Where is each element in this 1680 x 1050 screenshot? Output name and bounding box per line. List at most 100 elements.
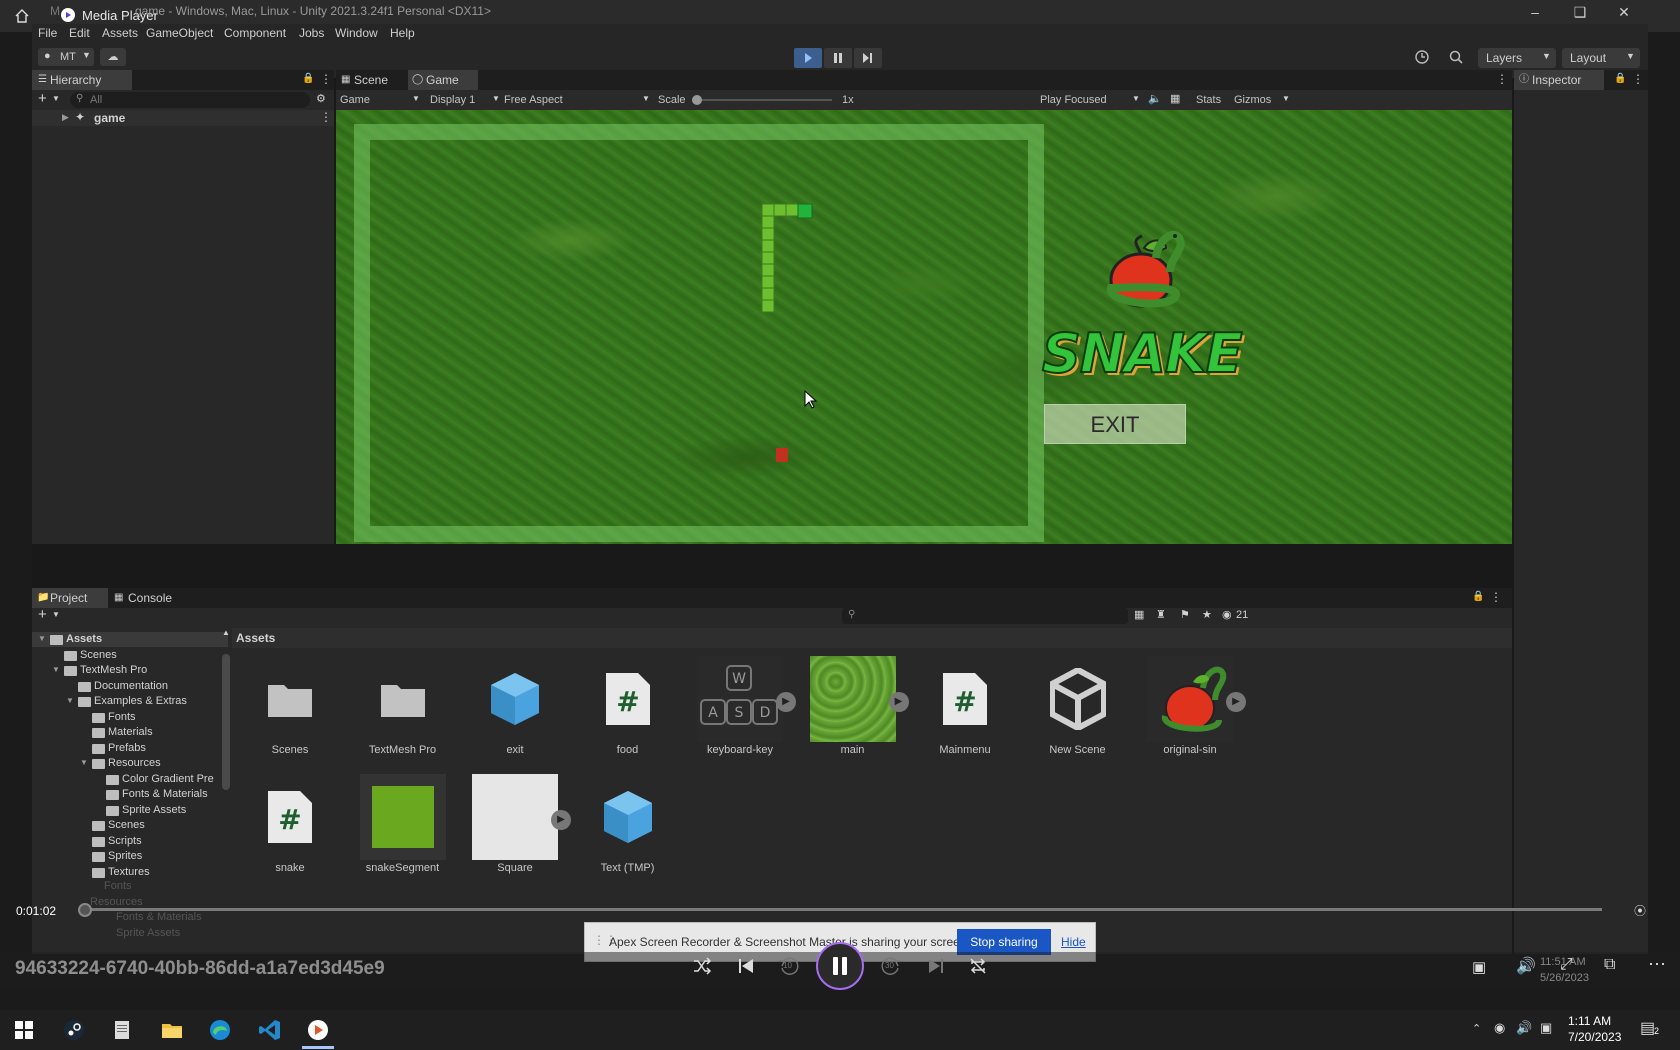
- minimize-button[interactable]: –: [1515, 2, 1555, 24]
- tab-scene[interactable]: ▦ Scene: [336, 70, 406, 90]
- shuffle-icon[interactable]: [692, 956, 712, 976]
- expand-arrow-icon[interactable]: ▼: [38, 634, 46, 643]
- folder-tree-item[interactable]: ▼ Assets: [32, 632, 228, 647]
- tab-project[interactable]: 📁 Project: [32, 588, 108, 608]
- hide-link[interactable]: Hide: [1061, 935, 1086, 949]
- tab-hierarchy[interactable]: ☰ Hierarchy: [32, 70, 132, 90]
- layout-dropdown[interactable]: Layout ▼: [1562, 48, 1640, 68]
- menu-gameobject[interactable]: GameObject: [146, 26, 213, 40]
- previous-icon[interactable]: [736, 956, 756, 976]
- menu-component[interactable]: Component: [224, 26, 286, 40]
- tab-inspector[interactable]: ⓘ Inspector: [1514, 70, 1604, 90]
- kebab-menu-icon[interactable]: ⋮: [1490, 590, 1502, 604]
- expand-sprite-icon[interactable]: ▶: [551, 810, 571, 830]
- aspect-dropdown[interactable]: Free Aspect: [504, 94, 563, 106]
- folder-tree-item[interactable]: Sprite Assets: [32, 803, 228, 818]
- seek-bar[interactable]: [78, 903, 1602, 917]
- tree-scrollbar[interactable]: [222, 654, 230, 790]
- asset-item[interactable]: W A S D ▶ keyboard-key: [690, 654, 796, 766]
- search-icon[interactable]: [1448, 49, 1464, 65]
- folder-tree-item[interactable]: Fonts & Materials: [32, 787, 228, 802]
- notepad-icon[interactable]: [110, 1018, 134, 1042]
- volume-tray-icon[interactable]: 🔊: [1516, 1020, 1532, 1036]
- scroll-up-icon[interactable]: ▲: [222, 628, 230, 637]
- expand-sprite-icon[interactable]: ▶: [776, 692, 796, 712]
- expand-sprite-icon[interactable]: ▶: [888, 692, 909, 712]
- asset-item[interactable]: TextMesh Pro: [353, 654, 453, 766]
- stats-button[interactable]: Stats: [1196, 94, 1221, 106]
- tab-console[interactable]: ▦ Console: [110, 588, 180, 608]
- lock-icon[interactable]: 🔒: [1472, 591, 1484, 602]
- asset-item[interactable]: ▶ Square: [465, 772, 571, 884]
- hidden-eye-icon[interactable]: ◉: [1222, 608, 1232, 621]
- clock-date[interactable]: 7/20/2023: [1568, 1030, 1621, 1044]
- game-mode-dropdown[interactable]: Game: [340, 94, 370, 106]
- play-button[interactable]: [794, 48, 822, 68]
- expand-arrow-icon[interactable]: ▼: [52, 665, 60, 674]
- maximize-button[interactable]: ❑: [1560, 2, 1600, 24]
- display-dropdown[interactable]: Display 1: [430, 94, 475, 106]
- game-view-canvas[interactable]: SNAKE EXIT: [336, 110, 1512, 544]
- forward-30-button[interactable]: 30: [880, 955, 902, 977]
- lock-icon[interactable]: 🔒: [1614, 73, 1626, 84]
- create-dropdown[interactable]: + ▼: [36, 90, 66, 108]
- rewind-10-button[interactable]: 10: [778, 955, 800, 977]
- home-icon[interactable]: [14, 8, 30, 24]
- pause-button[interactable]: [816, 942, 864, 990]
- kebab-menu-icon[interactable]: ⋮: [320, 72, 332, 86]
- expand-arrow-icon[interactable]: ▼: [80, 758, 88, 767]
- cloud-button[interactable]: ☁: [100, 48, 126, 66]
- close-button[interactable]: ✕: [1604, 2, 1644, 24]
- asset-item[interactable]: Text (TMP): [578, 772, 678, 884]
- folder-tree-item[interactable]: Scenes: [32, 648, 228, 663]
- folder-tree-item[interactable]: ▼ Examples & Extras: [32, 694, 228, 709]
- expand-sprite-icon[interactable]: ▶: [1226, 692, 1246, 712]
- windows-start-icon[interactable]: [12, 1018, 36, 1042]
- captions-icon[interactable]: ▣: [1472, 958, 1486, 976]
- menu-assets[interactable]: Assets: [102, 26, 138, 40]
- kebab-menu-icon[interactable]: ⋮: [1632, 72, 1644, 86]
- asset-item[interactable]: Scenes: [240, 654, 340, 766]
- search-by-type-icon[interactable]: ▦: [1134, 608, 1144, 621]
- play-focused-dropdown[interactable]: Play Focused: [1040, 94, 1107, 106]
- asset-item[interactable]: ▶ main: [803, 654, 909, 766]
- breadcrumb-assets[interactable]: Assets: [236, 631, 275, 645]
- asset-item[interactable]: snakeSegment: [353, 772, 453, 884]
- network-icon[interactable]: ▣: [1540, 1020, 1552, 1036]
- menu-edit[interactable]: Edit: [69, 26, 90, 40]
- folder-tree-item[interactable]: ▼ TextMesh Pro: [32, 663, 228, 678]
- cast-icon[interactable]: ⦿: [1634, 902, 1646, 919]
- folder-tree-item[interactable]: Prefabs: [32, 741, 228, 756]
- tab-game[interactable]: ◯ Game: [408, 70, 478, 90]
- hierarchy-search-input[interactable]: ⚲ All: [70, 92, 310, 108]
- folder-tree-item[interactable]: Fonts: [32, 710, 228, 725]
- edge-icon[interactable]: [208, 1018, 232, 1042]
- folder-tree-item[interactable]: Scenes: [32, 818, 228, 833]
- media-player-taskbar-icon[interactable]: [306, 1018, 330, 1042]
- tag-icon[interactable]: ⚑: [1180, 608, 1190, 621]
- folder-tree-item[interactable]: Sprites: [32, 849, 228, 864]
- folder-tree-item[interactable]: ▼ Resources: [32, 756, 228, 771]
- mute-audio-icon[interactable]: 🔈: [1148, 92, 1162, 105]
- asset-item[interactable]: # snake: [240, 772, 340, 884]
- seek-handle[interactable]: [78, 903, 92, 917]
- mini-player-icon[interactable]: ⧉: [1604, 956, 1615, 974]
- layers-dropdown[interactable]: Layers ▼: [1478, 48, 1556, 68]
- clock-time[interactable]: 1:11 AM: [1568, 1014, 1611, 1028]
- scale-slider-handle[interactable]: [692, 95, 702, 105]
- asset-item[interactable]: # Mainmenu: [915, 654, 1015, 766]
- expand-arrow-icon[interactable]: ▶: [62, 112, 69, 123]
- scale-slider[interactable]: [692, 95, 832, 105]
- chevron-up-icon[interactable]: ⌃: [1472, 1022, 1481, 1035]
- hierarchy-row-game[interactable]: ▶ ✦ game ⋮: [32, 110, 334, 126]
- folder-tree-item[interactable]: Materials: [32, 725, 228, 740]
- create-asset-dropdown[interactable]: + ▼: [36, 606, 66, 624]
- kebab-menu-icon[interactable]: ⋮: [320, 110, 332, 124]
- notification-center-icon[interactable]: ▤: [1640, 1018, 1655, 1038]
- expand-arrow-icon[interactable]: ▼: [66, 696, 74, 705]
- step-button[interactable]: [854, 48, 882, 68]
- menu-help[interactable]: Help: [390, 26, 415, 40]
- favorite-star-icon[interactable]: ★: [1202, 608, 1212, 621]
- asset-item[interactable]: exit: [465, 654, 565, 766]
- repeat-off-icon[interactable]: [968, 956, 988, 976]
